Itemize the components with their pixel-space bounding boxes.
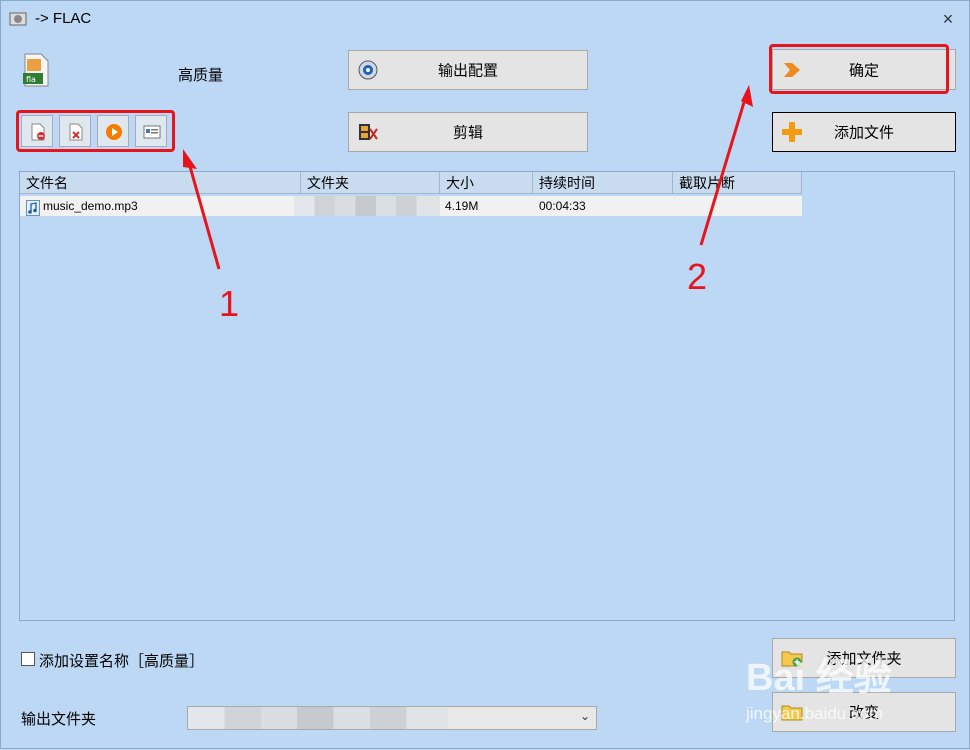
- watermark-main: Bai 经验: [746, 657, 892, 699]
- converter-window: -> FLAC × fla 高质量 输出配置 剪辑 确定 添加文件 文件名 文件…: [0, 0, 970, 749]
- svg-text:fla: fla: [26, 75, 36, 84]
- title-bar: -> FLAC ×: [1, 1, 969, 37]
- baidu-watermark: Bai 经验 jingyan.baidu.com: [746, 646, 966, 736]
- column-folder[interactable]: 文件夹: [301, 172, 440, 194]
- annotation-arrowhead-1: [183, 149, 197, 169]
- window-title: -> FLAC: [35, 10, 92, 27]
- app-icon: [9, 12, 27, 26]
- watermark-url: jingyan.baidu.com: [746, 704, 884, 723]
- clip-label: 剪辑: [452, 124, 483, 142]
- output-config-button[interactable]: 输出配置: [348, 50, 588, 90]
- file-name: music_demo.mp3: [43, 199, 138, 213]
- folder-path-redacted: [294, 196, 440, 216]
- column-duration[interactable]: 持续时间: [533, 172, 673, 194]
- output-folder-path-redacted: [188, 707, 448, 729]
- add-file-label: 添加文件: [833, 124, 894, 142]
- file-list-header: 文件名 文件夹 大小 持续时间 截取片断: [20, 172, 802, 194]
- add-setting-name-label: 添加设置名称［高质量］: [39, 653, 205, 670]
- annotation-box-2: [769, 44, 949, 94]
- annotation-label-1: 1: [219, 283, 240, 324]
- column-clip[interactable]: 截取片断: [673, 172, 802, 194]
- file-row[interactable]: music_demo.mp3 4.19M 00:04:33: [20, 196, 802, 216]
- file-duration: 00:04:33: [539, 199, 586, 213]
- flac-format-icon: fla: [23, 53, 49, 87]
- add-setting-name-checkbox[interactable]: [21, 652, 35, 666]
- output-config-label: 输出配置: [437, 62, 498, 80]
- output-folder-select[interactable]: ⌄: [187, 706, 597, 730]
- annotation-arrowhead-2: [741, 85, 753, 107]
- chevron-down-icon: ⌄: [579, 709, 590, 723]
- annotation-label-2: 2: [687, 256, 708, 297]
- annotation-box-1: [16, 110, 175, 152]
- close-button[interactable]: ×: [937, 8, 959, 30]
- file-list[interactable]: 文件名 文件夹 大小 持续时间 截取片断 music_demo.mp3 4.19…: [19, 171, 955, 621]
- audio-file-icon: [26, 200, 40, 216]
- quality-label: 高质量: [178, 67, 224, 84]
- column-size[interactable]: 大小: [440, 172, 533, 194]
- clip-button[interactable]: 剪辑: [348, 112, 588, 152]
- column-filename[interactable]: 文件名: [20, 172, 301, 194]
- add-file-button[interactable]: 添加文件: [772, 112, 956, 152]
- output-folder-label: 输出文件夹: [21, 711, 97, 728]
- file-size: 4.19M: [445, 199, 479, 213]
